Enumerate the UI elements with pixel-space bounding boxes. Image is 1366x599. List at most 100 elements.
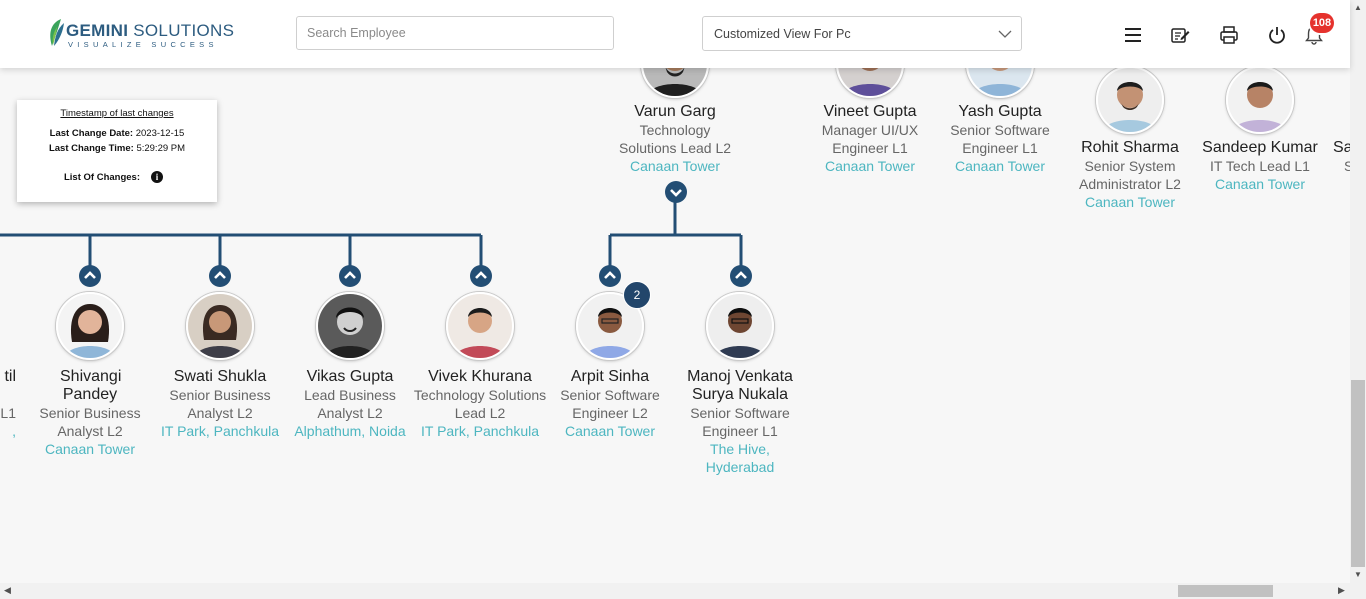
expand-toggle-button[interactable] xyxy=(730,265,752,287)
employee-card-varun-garg[interactable]: Varun Garg Technology Solutions Lead L2 … xyxy=(605,103,745,175)
employee-title: Technology Solutions Lead L2 xyxy=(618,122,732,156)
power-logout-icon[interactable] xyxy=(1267,25,1287,45)
hamburger-menu-icon[interactable] xyxy=(1123,25,1143,45)
collapse-toggle-button[interactable] xyxy=(665,181,687,203)
chevron-up-icon xyxy=(735,271,747,279)
employee-name: Swati Shukla xyxy=(173,368,267,385)
employee-location: , xyxy=(12,423,16,439)
view-select-dropdown[interactable]: Customized View For Pc xyxy=(702,16,1022,51)
view-select-value: Customized View For Pc xyxy=(714,27,851,41)
employee-name: Vikas Gupta xyxy=(306,368,394,385)
employee-name: Shivangi Pandey xyxy=(60,368,122,403)
employee-location: Canaan Tower xyxy=(44,441,136,457)
employee-location: Canaan Tower xyxy=(954,158,1046,174)
edit-note-icon[interactable] xyxy=(1170,25,1190,45)
list-of-changes-label: List Of Changes: xyxy=(63,172,140,183)
employee-card-yash-gupta[interactable]: Yash Gupta Senior Software Engineer L1 C… xyxy=(930,103,1070,175)
employee-name: Arpit Sinha xyxy=(570,368,650,385)
last-change-date: Last Change Date: 2023-12-15 xyxy=(49,128,185,139)
employee-location: Canaan Tower xyxy=(629,158,721,174)
employee-name: Manoj Venkata Surya Nukala xyxy=(687,368,793,403)
direct-reports-count-badge[interactable]: 2 xyxy=(623,281,651,309)
chevron-up-icon xyxy=(214,271,226,279)
employee-title: Senior Business Analyst L2 xyxy=(39,405,141,439)
employee-name: Rohit Sharma xyxy=(1081,139,1179,156)
employee-title: Senior Software Engineer L2 xyxy=(560,387,660,421)
employee-location: Canaan Tower xyxy=(564,423,656,439)
expand-toggle-button[interactable] xyxy=(599,265,621,287)
expand-toggle-button[interactable] xyxy=(209,265,231,287)
chevron-down-icon xyxy=(998,30,1012,38)
employee-card-partial-right[interactable]: Sa S xyxy=(1333,139,1350,175)
logo-tagline: VISUALIZE SUCCESS xyxy=(68,40,218,49)
top-navigation-bar: GEMINI SOLUTIONS VISUALIZE SUCCESS Custo… xyxy=(0,0,1350,68)
employee-title: Technology Solutions Lead L2 xyxy=(413,387,547,421)
timestamp-card-title: Timestamp of last changes xyxy=(60,108,174,119)
employee-location: Canaan Tower xyxy=(824,158,916,174)
print-icon[interactable] xyxy=(1219,25,1239,45)
expand-toggle-button[interactable] xyxy=(339,265,361,287)
employee-name: Vineet Gupta xyxy=(823,103,917,120)
employee-card-arpit-sinha[interactable]: Arpit Sinha Senior Software Engineer L2 … xyxy=(540,368,680,440)
employee-title: Senior Software Engineer L1 xyxy=(950,122,1050,156)
employee-name: Vivek Khurana xyxy=(428,368,532,385)
employee-title: Senior Software Engineer L1 xyxy=(690,405,790,439)
chevron-down-icon xyxy=(670,189,682,197)
employee-card-vineet-gupta[interactable]: Vineet Gupta Manager UI/UX Engineer L1 C… xyxy=(800,103,940,175)
employee-title: Senior System Administrator L2 xyxy=(1079,158,1181,192)
employee-name: Varun Garg xyxy=(634,103,716,120)
avatar[interactable] xyxy=(1226,66,1294,134)
avatar[interactable] xyxy=(1096,66,1164,134)
leaf-logo-icon xyxy=(50,19,64,46)
chevron-up-icon xyxy=(604,271,616,279)
avatar[interactable] xyxy=(706,292,774,360)
expand-toggle-button[interactable] xyxy=(470,265,492,287)
employee-card-sandeep-kumar[interactable]: Sandeep Kumar IT Tech Lead L1 Canaan Tow… xyxy=(1190,139,1330,193)
employee-card-manoj-venkata-surya-nukala[interactable]: Manoj Venkata Surya Nukala Senior Softwa… xyxy=(670,368,810,476)
chevron-up-icon xyxy=(84,271,96,279)
employee-card-shivangi-pandey[interactable]: Shivangi Pandey Senior Business Analyst … xyxy=(20,368,160,458)
employee-title: IT Tech Lead L1 xyxy=(1210,158,1310,174)
employee-title: Lead Business Analyst L2 xyxy=(304,387,396,421)
employee-name: Sa xyxy=(1333,139,1350,156)
employee-title: S xyxy=(1344,158,1350,174)
horizontal-scrollbar[interactable]: ◀ ▶ xyxy=(0,583,1366,599)
employee-card-swati-shukla[interactable]: Swati Shukla Senior Business Analyst L2 … xyxy=(150,368,290,440)
avatar[interactable] xyxy=(446,292,514,360)
avatar[interactable] xyxy=(316,292,384,360)
vertical-scrollbar[interactable]: ▲ ▼ xyxy=(1350,0,1366,583)
scroll-up-arrow-icon[interactable]: ▲ xyxy=(1354,3,1362,12)
logo-brand-text: GEMINI SOLUTIONS xyxy=(66,21,235,40)
employee-location: The Hive, Hyderabad xyxy=(705,441,775,475)
horizontal-scroll-thumb[interactable] xyxy=(1178,585,1273,597)
scroll-down-arrow-icon[interactable]: ▼ xyxy=(1354,570,1362,579)
employee-location: IT Park, Panchkula xyxy=(420,423,540,439)
expand-toggle-button[interactable] xyxy=(79,265,101,287)
employee-location: Alphathum, Noida xyxy=(294,423,406,439)
avatar[interactable] xyxy=(56,292,124,360)
gemini-solutions-logo[interactable]: GEMINI SOLUTIONS VISUALIZE SUCCESS xyxy=(47,17,234,51)
employee-card-rohit-sharma[interactable]: Rohit Sharma Senior System Administrator… xyxy=(1060,139,1200,211)
scroll-left-arrow-icon[interactable]: ◀ xyxy=(4,585,11,596)
scroll-right-arrow-icon[interactable]: ▶ xyxy=(1338,585,1345,596)
employee-title: Senior Business Analyst L2 xyxy=(169,387,271,421)
chevron-up-icon xyxy=(475,271,487,279)
employee-name: Sandeep Kumar xyxy=(1202,139,1318,156)
notification-count-badge: 108 xyxy=(1310,13,1334,33)
employee-name: til xyxy=(4,368,16,385)
employee-card-vivek-khurana[interactable]: Vivek Khurana Technology Solutions Lead … xyxy=(410,368,550,440)
last-change-time: Last Change Time: 5:29:29 PM xyxy=(48,143,186,154)
employee-title: Manager UI/UX Engineer L1 xyxy=(821,122,919,156)
employee-title: L1 xyxy=(0,405,16,421)
avatar[interactable] xyxy=(186,292,254,360)
employee-card-partial-left[interactable]: til . L1 , xyxy=(0,368,16,440)
chevron-up-icon xyxy=(344,271,356,279)
employee-location: Canaan Tower xyxy=(1214,176,1306,192)
vertical-scroll-thumb[interactable] xyxy=(1351,380,1365,567)
employee-location: IT Park, Panchkula xyxy=(160,423,280,439)
search-employee-input[interactable] xyxy=(296,16,614,50)
employee-card-vikas-gupta[interactable]: Vikas Gupta Lead Business Analyst L2 Alp… xyxy=(280,368,420,440)
employee-name: Yash Gupta xyxy=(958,103,1042,120)
employee-location: Canaan Tower xyxy=(1084,194,1176,210)
info-icon[interactable]: i xyxy=(151,171,163,183)
